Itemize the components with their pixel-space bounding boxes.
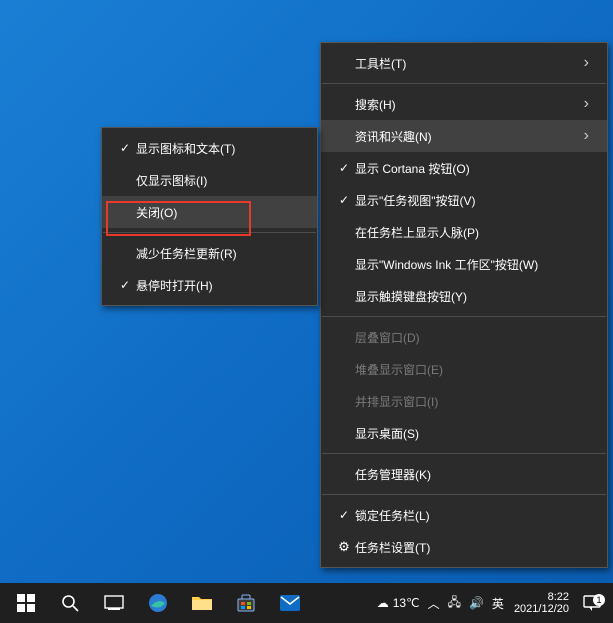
menu-item-search[interactable]: 搜索(H) <box>321 88 607 120</box>
label: 任务栏设置(T) <box>355 539 589 556</box>
clock-date: 2021/12/20 <box>514 603 569 615</box>
windows-logo-icon <box>17 594 35 612</box>
chevron-right-icon <box>579 95 589 113</box>
file-explorer-button[interactable] <box>180 583 224 623</box>
label: 在任务栏上显示人脉(P) <box>355 224 589 241</box>
menu-separator <box>322 494 606 495</box>
tray-volume-button[interactable]: 🔊 <box>465 583 488 623</box>
menu-item-lock-taskbar[interactable]: 锁定任务栏(L) <box>321 499 607 531</box>
menu-item-toolbars[interactable]: 工具栏(T) <box>321 47 607 79</box>
check-icon <box>114 278 136 292</box>
submenu-item-icon-and-text[interactable]: 显示图标和文本(T) <box>102 132 317 164</box>
menu-item-show-taskview[interactable]: 显示"任务视图"按钮(V) <box>321 184 607 216</box>
taskbar-context-menu: 工具栏(T) 搜索(H) 资讯和兴趣(N) 显示 Cortana 按钮(O) 显… <box>320 42 608 568</box>
task-view-button[interactable] <box>92 583 136 623</box>
network-icon: 🖧 <box>448 593 461 614</box>
edge-icon <box>147 592 169 614</box>
submenu-item-off[interactable]: 关闭(O) <box>102 196 317 228</box>
label: 层叠窗口(D) <box>355 329 589 346</box>
label: 仅显示图标(I) <box>136 172 299 189</box>
mail-button[interactable] <box>268 583 312 623</box>
chevron-up-icon: ︿ <box>428 595 440 612</box>
label: 显示触摸键盘按钮(Y) <box>355 288 589 305</box>
menu-item-show-ink[interactable]: 显示"Windows Ink 工作区"按钮(W) <box>321 248 607 280</box>
microsoft-store-button[interactable] <box>224 583 268 623</box>
submenu-item-open-on-hover[interactable]: 悬停时打开(H) <box>102 269 317 301</box>
menu-item-show-people[interactable]: 在任务栏上显示人脉(P) <box>321 216 607 248</box>
check-icon <box>333 193 355 207</box>
menu-item-task-manager[interactable]: 任务管理器(K) <box>321 458 607 490</box>
tray-network-button[interactable]: 🖧 <box>444 583 465 623</box>
menu-item-cascade: 层叠窗口(D) <box>321 321 607 353</box>
clock-time: 8:22 <box>514 591 569 603</box>
label: 工具栏(T) <box>355 55 579 72</box>
task-view-icon <box>104 595 124 611</box>
gear-icon <box>333 539 355 555</box>
edge-button[interactable] <box>136 583 180 623</box>
menu-item-sidebyside: 并排显示窗口(I) <box>321 385 607 417</box>
chevron-right-icon <box>579 54 589 72</box>
menu-separator <box>322 83 606 84</box>
menu-separator <box>322 453 606 454</box>
check-icon <box>333 161 355 175</box>
menu-separator <box>322 316 606 317</box>
menu-item-show-cortana[interactable]: 显示 Cortana 按钮(O) <box>321 152 607 184</box>
chevron-right-icon <box>579 127 589 145</box>
notification-badge: 1 <box>593 594 605 606</box>
label: 显示"Windows Ink 工作区"按钮(W) <box>355 256 589 273</box>
ime-indicator[interactable]: 英 <box>488 583 508 623</box>
label: 显示"任务视图"按钮(V) <box>355 192 589 209</box>
check-icon <box>114 141 136 155</box>
taskbar-clock[interactable]: 8:22 2021/12/20 <box>508 591 575 615</box>
label: 减少任务栏更新(R) <box>136 245 299 262</box>
menu-separator <box>103 232 316 233</box>
menu-item-taskbar-settings[interactable]: 任务栏设置(T) <box>321 531 607 563</box>
folder-icon <box>191 594 213 612</box>
search-button[interactable] <box>48 583 92 623</box>
label: 锁定任务栏(L) <box>355 507 589 524</box>
submenu-item-reduce-updates[interactable]: 减少任务栏更新(R) <box>102 237 317 269</box>
submenu-item-icon-only[interactable]: 仅显示图标(I) <box>102 164 317 196</box>
label: 堆叠显示窗口(E) <box>355 361 589 378</box>
label: 显示桌面(S) <box>355 425 589 442</box>
weather-cloud-icon: ☁ <box>377 596 389 610</box>
menu-item-show-touch-keyboard[interactable]: 显示触摸键盘按钮(Y) <box>321 280 607 312</box>
store-icon <box>236 593 256 613</box>
label: 显示图标和文本(T) <box>136 140 299 157</box>
action-center-button[interactable]: 1 <box>575 594 609 612</box>
speaker-icon: 🔊 <box>469 596 484 610</box>
weather-widget[interactable]: ☁ 13℃ <box>373 583 424 623</box>
mail-icon <box>279 594 301 612</box>
weather-temp: 13℃ <box>393 596 420 610</box>
menu-item-stacked: 堆叠显示窗口(E) <box>321 353 607 385</box>
label: 悬停时打开(H) <box>136 277 299 294</box>
label: 显示 Cortana 按钮(O) <box>355 160 589 177</box>
check-icon <box>333 508 355 522</box>
menu-item-show-desktop[interactable]: 显示桌面(S) <box>321 417 607 449</box>
menu-item-news-interests[interactable]: 资讯和兴趣(N) <box>321 120 607 152</box>
ime-label: 英 <box>492 595 504 612</box>
news-interests-submenu: 显示图标和文本(T) 仅显示图标(I) 关闭(O) 减少任务栏更新(R) 悬停时… <box>101 127 318 306</box>
label: 并排显示窗口(I) <box>355 393 589 410</box>
label: 资讯和兴趣(N) <box>355 128 579 145</box>
taskbar: ☁ 13℃ ︿ 🖧 🔊 英 8:22 2021/12/20 1 <box>0 583 613 623</box>
search-icon <box>61 594 79 612</box>
label: 任务管理器(K) <box>355 466 589 483</box>
tray-overflow-button[interactable]: ︿ <box>424 583 444 623</box>
label: 关闭(O) <box>136 204 299 221</box>
start-button[interactable] <box>4 583 48 623</box>
label: 搜索(H) <box>355 96 579 113</box>
